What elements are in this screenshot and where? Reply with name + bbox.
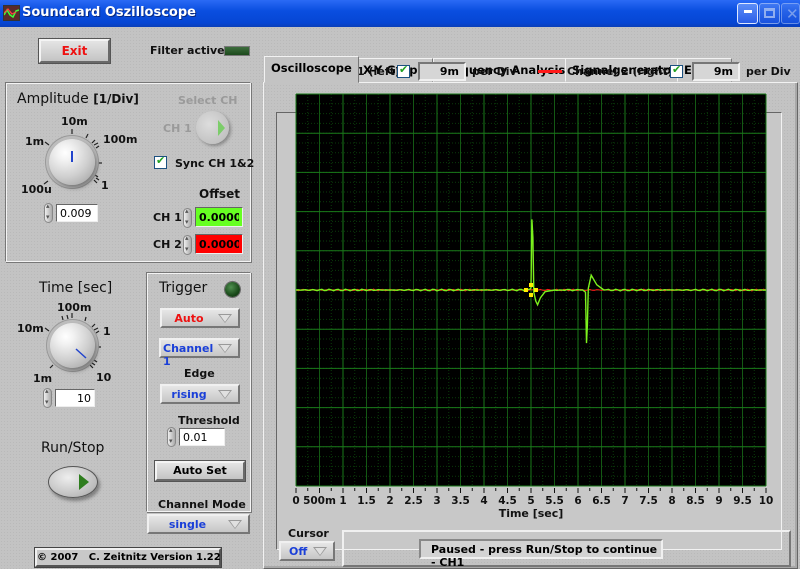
copyright-box: © 2007 C. Zeitnitz Version 1.22 [35,548,221,567]
x-tick-label: 6 [574,495,581,507]
x-tick-label: 4 [480,495,487,507]
trigger-channel-dropdown[interactable]: Channel 1 [159,338,240,368]
time-value-input[interactable] [55,389,95,407]
channel-mode-label: Channel Mode [158,498,246,511]
time-title: Time [sec] [39,280,113,296]
exit-button[interactable]: Exit [39,39,110,63]
x-tick-label: 7.5 [639,495,658,507]
trigger-marker-right [534,288,538,292]
amplitude-knob-pointer [71,151,73,162]
x-tick-label: 0 [292,495,299,507]
x-tick-label: 2.5 [404,495,423,507]
select-ch-title: Select CH [178,94,238,107]
maximize-icon [764,8,775,18]
filter-active-label: Filter active [150,44,225,57]
x-tick-label: 5 [527,495,534,507]
title-bar: Soundcard Oszilloscope ✕ [0,0,800,27]
ch2-label: Channel 2 (right) [567,65,673,78]
x-tick-label: 1.5 [357,495,376,507]
time-knob[interactable] [50,323,95,368]
cursor-dropdown[interactable]: Off [279,541,335,561]
ch2-legend-line [538,70,562,73]
trigger-title: Trigger [159,280,208,296]
auto-set-button[interactable]: Auto Set [155,461,245,481]
x-tick-label: 9 [715,495,722,507]
cursor-label: Cursor [288,527,329,540]
minimize-button[interactable] [737,3,758,24]
run-stop-button[interactable] [48,466,98,498]
offset-ch1-input[interactable] [195,207,243,227]
maximize-button[interactable] [759,3,780,24]
amplitude-title: Amplitude [1/Div] [17,91,139,107]
chevron-down-icon [218,390,232,399]
play-icon [79,474,89,490]
offset-ch1-spinner[interactable] [183,207,192,228]
amplitude-knob[interactable] [49,139,95,185]
trigger-mode-dropdown[interactable]: Auto [160,308,240,328]
edge-label: Edge [184,367,215,380]
trigger-marker-top [529,283,533,287]
ch2-per-div-label: per Div [746,65,791,78]
x-tick-label: 3.5 [451,495,470,507]
amplitude-value-input[interactable] [56,204,98,222]
sync-checkbox[interactable] [154,154,167,169]
close-button[interactable]: ✕ [781,3,800,24]
chevron-down-icon [218,344,232,353]
chevron-down-icon [218,314,232,323]
client-area: Exit Filter active Amplitude [1/Div] 100… [0,27,800,569]
threshold-spinner[interactable] [167,426,176,447]
play-icon [218,120,225,136]
time-knob-pointer [75,348,87,359]
x-tick-label: 3 [433,495,440,507]
status-text: Paused - press Run/Stop to continue - CH… [419,539,663,569]
offset-title: Offset [199,187,240,201]
x-tick-label: 5.5 [545,495,564,507]
amplitude-spinner[interactable] [44,202,53,223]
select-ch-label: CH 1 [163,122,192,135]
tab-oscilloscope[interactable]: Oscilloscope [264,56,359,83]
x-tick-label: 8.5 [686,495,705,507]
x-tick-label: 9.5 [733,495,752,507]
ch2-enable-checkbox[interactable] [670,63,683,78]
x-tick-label: 2 [386,495,393,507]
trigger-led [225,282,240,297]
trigger-marker-bottom [529,293,533,297]
sync-label: Sync CH 1&2 [175,157,255,170]
x-tick-label: 6.5 [592,495,611,507]
offset-ch1-label: CH 1 [153,211,182,224]
threshold-input[interactable] [179,428,225,446]
offset-ch2-label: CH 2 [153,238,182,251]
minimize-icon [744,10,752,13]
x-tick-label: 1 [339,495,346,507]
window-title: Soundcard Oszilloscope [22,5,196,20]
ch1-per-div-value: 9m [418,62,466,81]
time-spinner[interactable] [43,387,52,408]
chevron-down-icon [313,547,327,556]
filter-active-led [224,46,250,56]
threshold-label: Threshold [178,414,240,427]
oscilloscope-plot[interactable]: 0 500m 1 1.5 2 2.5 3 3.5 4 4.5 5 5.5 6 6.5 7 7.5 8 8.5 9 9.… [280,87,780,527]
x-tick-label: 500m [303,495,336,507]
offset-ch2-input[interactable] [195,234,243,254]
x-tick-label: 10 [759,495,774,507]
select-ch-button[interactable] [196,111,229,144]
ch1-enable-checkbox[interactable] [397,63,410,78]
x-tick-label: 7 [621,495,628,507]
ch1-per-div-label: per Div [472,65,517,78]
app-icon [3,5,20,21]
x-axis-label: Time [sec] [499,507,564,520]
channel-mode-dropdown[interactable]: single [147,514,250,534]
close-icon: ✕ [786,5,799,23]
chevron-down-icon [228,520,242,529]
x-tick-label: 4.5 [498,495,517,507]
x-tick-label: 8 [668,495,675,507]
ch2-per-div-value: 9m [692,62,740,81]
trigger-edge-dropdown[interactable]: rising [160,384,240,404]
run-stop-label: Run/Stop [41,440,105,456]
offset-ch2-spinner[interactable] [183,234,192,255]
trigger-marker-left [524,288,528,292]
